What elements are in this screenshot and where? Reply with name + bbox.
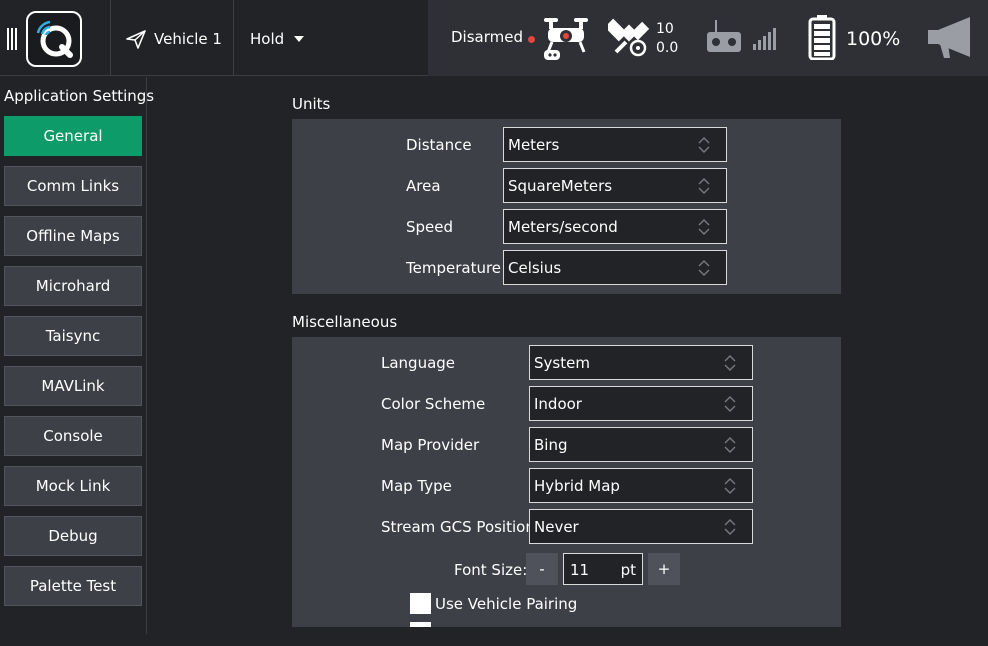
units-section-title: Units [292,95,331,113]
vehicle-pairing-label: Use Vehicle Pairing [435,595,578,613]
megaphone-icon[interactable] [926,16,972,60]
distance-combo[interactable]: Meters [503,127,727,162]
gps-hdop: 0.0 [656,40,679,56]
flight-mode-label: Hold [250,30,285,48]
stream-gcs-position-label: Stream GCS Position [381,518,535,536]
updown-arrows-icon [698,178,710,194]
updown-arrows-icon [698,260,710,276]
toolbar-separator [110,0,111,76]
satellite-icon[interactable] [608,14,654,60]
sidebar-item-microhard[interactable]: Microhard [4,266,142,306]
sidebar-item-general[interactable]: General [4,116,142,156]
updown-arrows-icon [698,219,710,235]
font-size-unit: pt [620,561,636,579]
next-checkbox-partial[interactable] [410,622,431,627]
menu-bars-icon[interactable] [7,28,19,50]
font-size-field[interactable]: 11 pt [563,553,643,585]
settings-sidebar: Application Settings General Comm Links … [0,77,154,634]
updown-arrows-icon [724,519,736,535]
gps-readout: 10 0.0 [656,20,678,58]
distance-value: Meters [508,135,560,154]
temperature-label: Temperature [406,259,502,277]
sidebar-item-taisync[interactable]: Taisync [4,316,142,356]
arm-status-label[interactable]: Disarmed [451,28,523,46]
area-value: SquareMeters [508,176,613,195]
color-scheme-label: Color Scheme [381,395,486,413]
temperature-value: Celsius [508,258,562,277]
map-provider-label: Map Provider [381,436,480,454]
updown-arrows-icon [724,355,736,371]
language-label: Language [381,354,456,372]
sidebar-item-debug[interactable]: Debug [4,516,142,556]
font-size-decrease-button[interactable]: - [526,553,558,585]
vehicle-pairing-checkbox[interactable] [410,593,431,614]
signal-bars-icon [753,28,776,50]
font-size-value: 11 [570,561,590,579]
battery-icon[interactable] [808,14,836,60]
updown-arrows-icon [698,137,710,153]
gps-sat-count: 10 [656,21,674,37]
sidebar-item-mock-link[interactable]: Mock Link [4,466,142,506]
vehicle-label: Vehicle 1 [154,30,222,48]
map-type-combo[interactable]: Hybrid Map [529,468,753,503]
sidebar-item-palette-test[interactable]: Palette Test [4,566,142,606]
temperature-combo[interactable]: Celsius [503,250,727,285]
map-type-label: Map Type [381,477,452,495]
sidebar-item-offline-maps[interactable]: Offline Maps [4,216,142,256]
font-size-label: Font Size: [454,561,528,579]
drone-icon[interactable] [542,12,590,62]
vehicle-selector[interactable]: Vehicle 1 [126,28,222,50]
speed-label: Speed [406,218,454,236]
updown-arrows-icon [724,396,736,412]
updown-arrows-icon [724,437,736,453]
stream-gcs-position-value: Never [534,517,579,536]
toolbar-separator [233,0,234,76]
map-type-value: Hybrid Map [534,476,620,495]
paper-plane-icon [126,30,146,49]
speed-value: Meters/second [508,217,618,236]
map-provider-combo[interactable]: Bing [529,427,753,462]
distance-label: Distance [406,136,472,154]
language-combo[interactable]: System [529,345,753,380]
updown-arrows-icon [724,478,736,494]
speed-combo[interactable]: Meters/second [503,209,727,244]
sidebar-item-mavlink[interactable]: MAVLink [4,366,142,406]
rc-transmitter-icon[interactable] [706,20,742,54]
flight-mode-dropdown[interactable]: Hold [250,28,305,50]
map-provider-value: Bing [534,435,568,454]
battery-percent: 100% [846,28,901,50]
area-combo[interactable]: SquareMeters [503,168,727,203]
sidebar-title: Application Settings [4,87,155,105]
main-toolbar: Vehicle 1 Hold Disarmed 10 0.0 100% [0,0,988,76]
sidebar-item-comm-links[interactable]: Comm Links [4,166,142,206]
qgc-logo-icon [36,20,73,58]
color-scheme-value: Indoor [534,394,582,413]
color-scheme-combo[interactable]: Indoor [529,386,753,421]
qgc-logo-button[interactable] [26,11,82,67]
font-size-increase-button[interactable]: + [648,553,680,585]
chevron-down-icon [294,36,305,42]
language-value: System [534,353,590,372]
sidebar-item-console[interactable]: Console [4,416,142,456]
stream-gcs-position-combo[interactable]: Never [529,509,753,544]
misc-section-title: Miscellaneous [292,313,398,331]
area-label: Area [406,177,441,195]
arm-status-dot [528,36,535,43]
